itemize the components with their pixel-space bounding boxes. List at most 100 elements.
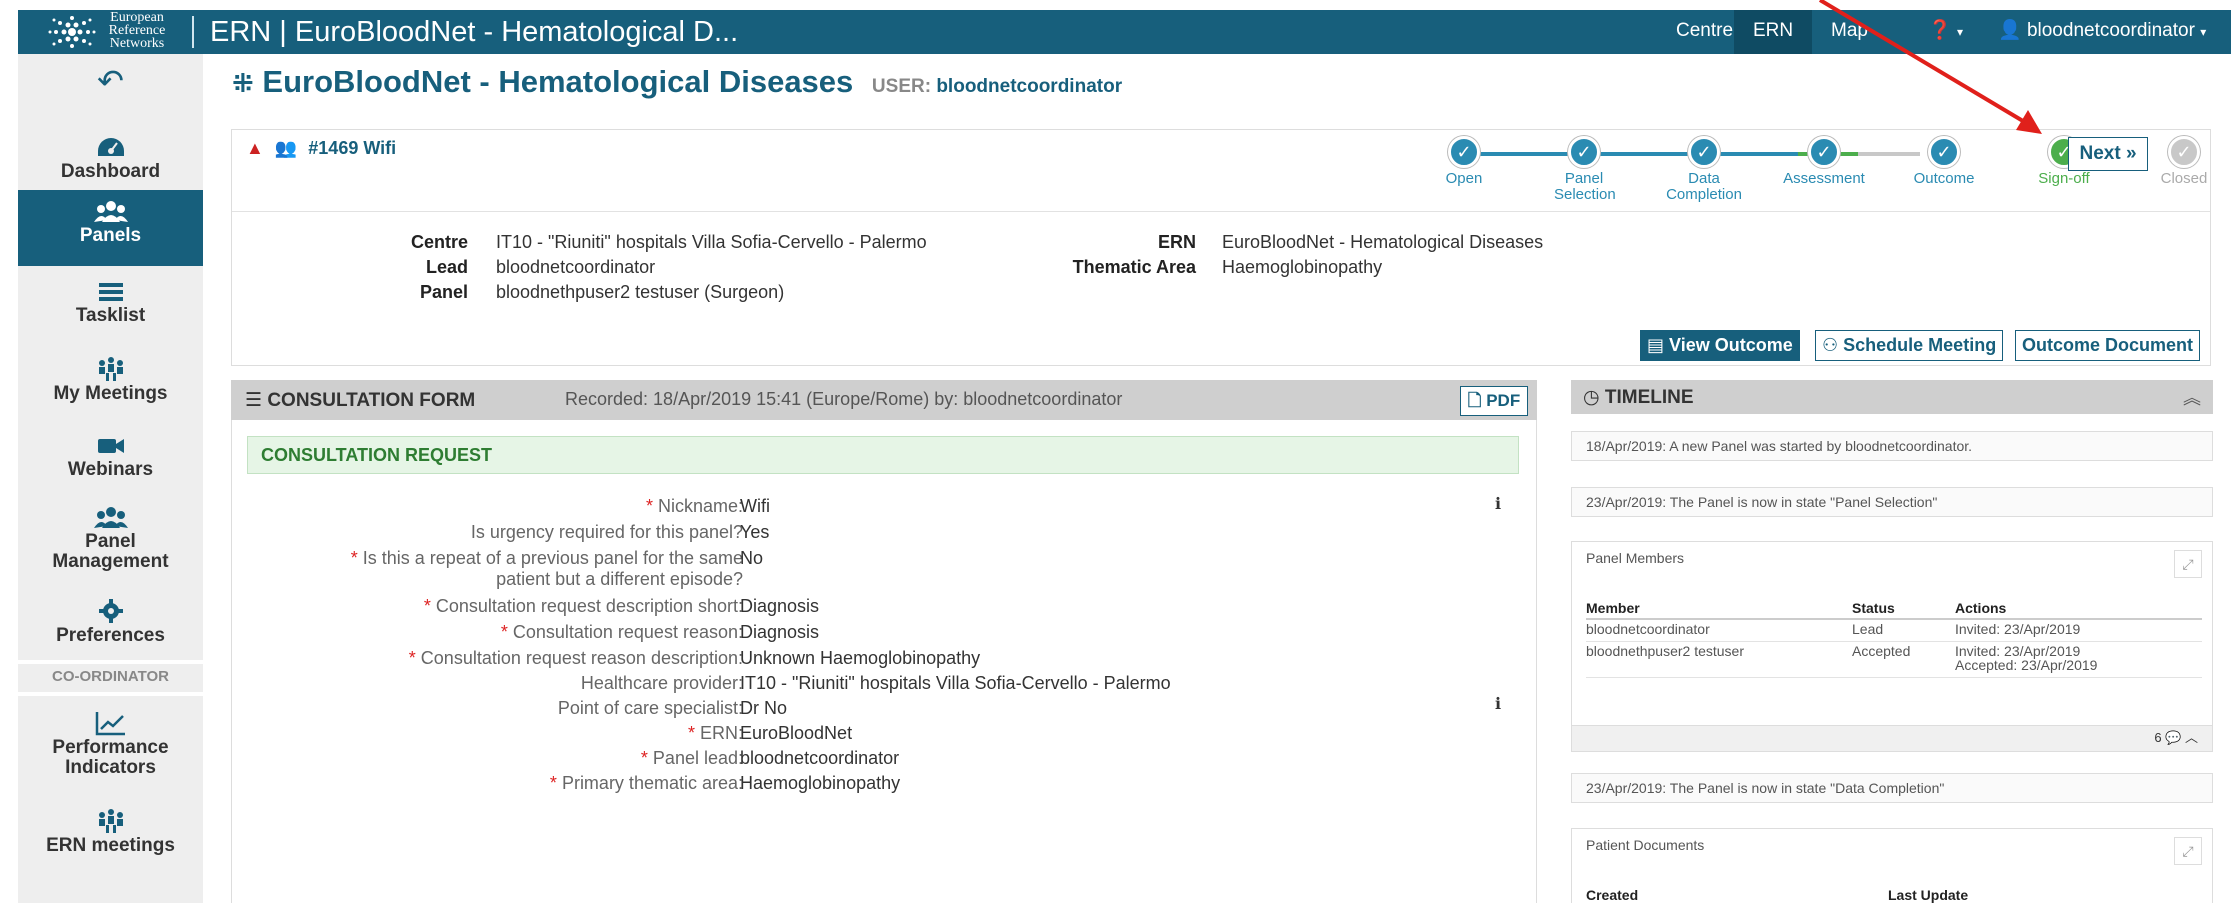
form-label: * Consultation request reason descriptio…: [223, 648, 743, 669]
required-marker: *: [423, 596, 436, 616]
step-label: Panel Selection: [1554, 170, 1616, 203]
view-outcome-label: View Outcome: [1669, 335, 1793, 355]
action-line: Invited: 23/Apr/2019: [1955, 621, 2081, 637]
form-label-text: Panel lead:: [652, 748, 743, 768]
case-panel: ▲ 👥 #1469 Wifi ✓ Open ✓ Panel Selection …: [231, 129, 2211, 366]
info-key-ern: ERN: [1157, 232, 1196, 252]
sidebar-item-panel-management[interactable]: Panel Management: [18, 502, 203, 588]
sidebar-item-tasklist[interactable]: Tasklist: [18, 276, 203, 344]
form-label-text: Is this a repeat of a previous panel for…: [362, 548, 743, 589]
form-value: Diagnosis: [740, 622, 820, 642]
consultation-form-header: ☰ CONSULTATION FORM Recorded: 18/Apr/201…: [231, 380, 1537, 420]
timeline-title-text: TIMELINE: [1604, 387, 1694, 408]
form-label-text: Nickname:: [657, 496, 743, 516]
comment-icon: 💬: [2165, 730, 2182, 745]
timeline-header: ◷ TIMELINE ︽: [1571, 380, 2213, 414]
form-label: Point of care specialist:: [557, 698, 743, 718]
sidebar-item-label: Tasklist: [75, 305, 146, 326]
sidebar-item-webinars[interactable]: Webinars: [18, 430, 203, 498]
form-label: * Nickname:: [223, 496, 743, 517]
sidebar: ↶ Dashboard Panels Tasklist My Meetings: [18, 54, 217, 903]
video-camera-icon: [97, 439, 124, 453]
column-header: Status: [1852, 598, 1955, 620]
required-marker: *: [645, 496, 658, 516]
page-title: ⁜ EuroBloodNet - Hematological Diseases …: [232, 64, 1122, 100]
ern-logo-dots-icon: [48, 16, 96, 48]
table-header-row: Member Status Actions: [1586, 598, 2202, 620]
file-pdf-icon: 🗋: [1467, 391, 1482, 410]
sidebar-section-coordinator: CO-ORDINATOR: [52, 668, 169, 685]
sidebar-item-my-meetings[interactable]: My Meetings: [18, 352, 203, 420]
users-icon: 👥: [274, 138, 298, 158]
tachometer-icon: [97, 138, 124, 156]
outcome-document-button[interactable]: Outcome Document: [2015, 330, 2201, 361]
sidebar-item-ern-meetings[interactable]: ERN meetings: [18, 804, 203, 872]
step-label: Data Completion: [1666, 170, 1742, 203]
form-label: * Consultation request description short…: [223, 596, 743, 617]
form-value: Dr No: [740, 698, 788, 718]
form-label-text: Consultation request reason description:: [420, 648, 743, 668]
step-label: Outcome: [1913, 170, 1975, 187]
case-id-label: #1469 Wifi: [308, 138, 397, 158]
required-marker: *: [549, 773, 562, 793]
pdf-button[interactable]: 🗋 PDF: [1460, 386, 1528, 416]
logo-text-line: Networks: [109, 36, 165, 51]
warning-icon: ▲: [246, 138, 264, 158]
sidebar-item-performance-indicators[interactable]: Performance Indicators: [18, 706, 203, 794]
page-title-text: EuroBloodNet - Hematological Diseases: [262, 64, 854, 99]
expand-icon[interactable]: ⤢: [2174, 550, 2202, 578]
form-label-text: ERN:: [699, 723, 743, 743]
info-value-panel: bloodnethpuser2 testuser (Surgeon): [496, 282, 785, 302]
view-outcome-button[interactable]: ▤ View Outcome: [1640, 330, 1800, 361]
form-value: Diagnosis: [740, 596, 820, 616]
app-title[interactable]: ERN | EuroBloodNet - Hematological D...: [210, 16, 738, 49]
logo-separator: [192, 16, 194, 48]
consultation-form-title: ☰ CONSULTATION FORM: [245, 389, 475, 412]
schedule-meeting-label: Schedule Meeting: [1843, 335, 1997, 355]
next-button[interactable]: Next »: [2068, 137, 2148, 171]
expand-icon[interactable]: ⤢: [2174, 837, 2202, 865]
back-button[interactable]: ↶: [18, 62, 203, 100]
sidebar-item-label: Preferences: [56, 625, 165, 646]
form-label-text: Consultation request reason:: [512, 622, 743, 642]
consultation-form-body: CONSULTATION REQUEST * Nickname: Wifi ℹ …: [231, 420, 1537, 903]
form-label: * ERN:: [223, 723, 743, 744]
form-value: Unknown Haemoglobinopathy: [740, 648, 981, 668]
case-id[interactable]: ▲ 👥 #1469 Wifi: [246, 138, 396, 159]
info-key-thematic-area: Thematic Area: [1072, 257, 1196, 277]
form-value: IT10 - "Riuniti" hospitals Villa Sofia-C…: [740, 673, 1171, 693]
sidebar-item-label: ERN meetings: [46, 835, 175, 856]
step-label: Open: [1445, 170, 1483, 187]
panel-members-table: Member Status Actions bloodnetcoordinato…: [1586, 598, 2202, 678]
sidebar-item-label: Panel Management: [52, 531, 169, 572]
check-icon: ✓: [2168, 136, 2200, 168]
sidebar-item-dashboard[interactable]: Dashboard: [18, 130, 203, 198]
line-chart-icon: [95, 712, 125, 736]
ern-logo[interactable]: European Reference Networks: [46, 10, 196, 54]
timeline-event: 18/Apr/2019: A new Panel was started by …: [1571, 431, 2213, 461]
info-icon[interactable]: ℹ: [1495, 494, 1501, 514]
reply-arrow-icon: ↶: [97, 63, 124, 99]
actions-cell: Invited: 23/Apr/2019 Accepted: 23/Apr/20…: [1955, 641, 2202, 678]
users-icon: [93, 201, 128, 222]
form-label: Healthcare provider:: [580, 673, 743, 693]
chevron-double-up-icon[interactable]: ︽: [2183, 384, 2201, 410]
form-label: * Is this a repeat of a previous panel f…: [303, 548, 743, 590]
form-value: Haemoglobinopathy: [740, 773, 901, 793]
step-panel-selection[interactable]: ✓ Panel Selection: [1524, 136, 1644, 203]
status-cell: Lead: [1852, 619, 1955, 642]
network-icon: ⁜: [232, 68, 254, 98]
sidebar-item-panels[interactable]: Panels: [18, 190, 217, 266]
patient-documents-title: Patient Documents: [1586, 837, 1705, 853]
annotation-arrow-icon: [1818, 0, 2042, 134]
list-icon: ☰: [245, 390, 263, 411]
schedule-meeting-button[interactable]: ⚇ Schedule Meeting: [1815, 330, 2004, 361]
form-label-text: Consultation request description short:: [435, 596, 743, 616]
step-open[interactable]: ✓ Open: [1404, 136, 1524, 187]
info-icon[interactable]: ℹ: [1495, 694, 1501, 714]
step-data-completion[interactable]: ✓ Data Completion: [1644, 136, 1764, 203]
panel-members-footer[interactable]: 6 💬 ︿: [1572, 725, 2212, 751]
sidebar-item-preferences[interactable]: Preferences: [18, 594, 203, 662]
page-user-value: bloodnetcoordinator: [936, 76, 1123, 97]
form-value: No: [740, 548, 764, 568]
